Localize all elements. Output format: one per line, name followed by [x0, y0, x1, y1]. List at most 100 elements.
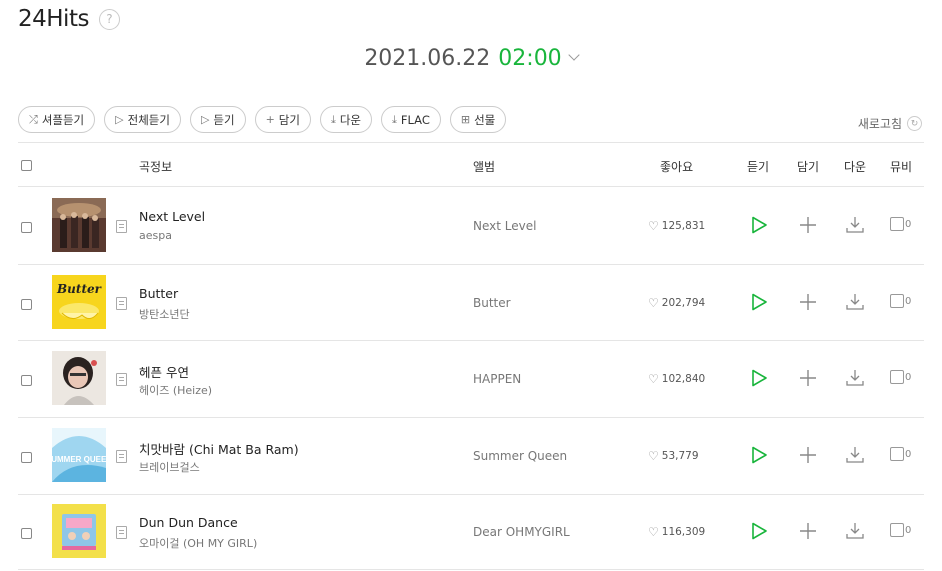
- button-label: 다운: [339, 112, 362, 127]
- gift-button[interactable]: ⊞ 선물: [449, 106, 507, 133]
- download-icon[interactable]: [845, 521, 865, 541]
- album-cover[interactable]: SUMMER QUEEN: [52, 428, 106, 482]
- page-title: 24Hits: [18, 6, 89, 32]
- download-icon[interactable]: [845, 445, 865, 465]
- album-cover[interactable]: [52, 504, 106, 558]
- refresh-icon: ↻: [907, 116, 922, 131]
- like-button[interactable]: ♡ 202,794: [648, 296, 705, 310]
- heart-icon: ♡: [648, 449, 659, 463]
- like-count: 102,840: [661, 373, 706, 385]
- chart-time[interactable]: 02:00: [498, 46, 561, 71]
- heart-icon: ♡: [648, 372, 659, 386]
- heart-icon: ♡: [648, 219, 659, 233]
- button-label: 선물: [474, 112, 496, 127]
- lyrics-icon[interactable]: [116, 373, 127, 386]
- row-checkbox[interactable]: [21, 299, 32, 310]
- play-all-button[interactable]: ▷ 전체듣기: [104, 106, 181, 133]
- like-button[interactable]: ♡ 116,309: [648, 525, 705, 539]
- divider: [18, 569, 924, 570]
- help-icon[interactable]: ?: [98, 8, 120, 30]
- like-count: 125,831: [661, 220, 706, 232]
- select-all-checkbox[interactable]: [21, 160, 32, 171]
- download-icon[interactable]: [845, 368, 865, 388]
- album-name[interactable]: Dear OHMYGIRL: [473, 525, 570, 539]
- add-button[interactable]: + 담기: [254, 106, 311, 133]
- like-button[interactable]: ♡ 53,779: [648, 449, 699, 463]
- button-label: 전체듣기: [127, 112, 170, 127]
- refresh-button[interactable]: 새로고침 ↻: [858, 115, 922, 132]
- page-header: 24Hits ?: [18, 6, 120, 32]
- button-label: 셔플듣기: [41, 112, 85, 127]
- album-cover[interactable]: [52, 351, 106, 405]
- download-icon[interactable]: [845, 292, 865, 312]
- mv-icon: [890, 523, 904, 537]
- refresh-label: 새로고침: [857, 117, 902, 131]
- row-checkbox[interactable]: [21, 375, 32, 386]
- song-title[interactable]: Dun Dun Dance: [139, 515, 238, 530]
- artist-name[interactable]: 방탄소년단: [139, 306, 190, 322]
- play-button[interactable]: ▷ 듣기: [189, 106, 246, 133]
- mv-count: 0: [905, 524, 912, 536]
- plus-icon[interactable]: [799, 293, 817, 311]
- plus-icon: +: [265, 113, 275, 126]
- play-icon[interactable]: [751, 446, 768, 464]
- cover-text: SUMMER QUEEN: [52, 455, 106, 464]
- song-title[interactable]: 치맛바람 (Chi Mat Ba Ram): [139, 439, 299, 458]
- like-button[interactable]: ♡ 125,831: [648, 219, 705, 233]
- play-icon: ▷: [115, 113, 124, 126]
- table-row: Butter Butter 방탄소년단 Butter ♡ 202,794 0: [18, 264, 924, 341]
- chevron-down-icon[interactable]: [568, 49, 580, 61]
- mv-button[interactable]: 0: [890, 523, 911, 537]
- album-name[interactable]: HAPPEN: [473, 372, 521, 386]
- like-count: 53,779: [661, 450, 699, 462]
- column-album: 앨범: [473, 160, 496, 174]
- plus-icon[interactable]: [799, 216, 817, 234]
- mv-button[interactable]: 0: [890, 370, 911, 384]
- mv-button[interactable]: 0: [890, 294, 911, 308]
- artist-name[interactable]: aespa: [139, 229, 172, 242]
- lyrics-icon[interactable]: [116, 220, 127, 233]
- plus-icon[interactable]: [799, 446, 817, 464]
- album-cover[interactable]: Butter: [52, 275, 106, 329]
- album-name[interactable]: Summer Queen: [473, 449, 567, 463]
- mv-count: 0: [905, 371, 912, 383]
- play-icon[interactable]: [751, 293, 768, 311]
- album-name[interactable]: Butter: [473, 296, 511, 310]
- song-title[interactable]: Butter: [139, 286, 178, 301]
- plus-icon[interactable]: [799, 522, 817, 540]
- play-icon[interactable]: [751, 522, 768, 540]
- row-checkbox[interactable]: [21, 222, 32, 233]
- album-name[interactable]: Next Level: [473, 219, 536, 233]
- song-title[interactable]: Next Level: [139, 209, 205, 224]
- like-button[interactable]: ♡ 102,840: [648, 372, 705, 386]
- play-icon[interactable]: [751, 216, 768, 234]
- download-icon[interactable]: [845, 215, 865, 235]
- lyrics-icon[interactable]: [116, 526, 127, 539]
- mv-icon: [890, 370, 904, 384]
- button-label: 듣기: [213, 112, 235, 127]
- chart-datetime[interactable]: 2021.06.22 02:00: [0, 46, 942, 71]
- mv-button[interactable]: 0: [890, 217, 911, 231]
- lyrics-icon[interactable]: [116, 297, 127, 310]
- mv-count: 0: [905, 295, 912, 307]
- table-row: SUMMER QUEEN 치맛바람 (Chi Mat Ba Ram) 브레이브걸…: [18, 417, 924, 494]
- shuffle-play-button[interactable]: ⤮ 셔플듣기: [18, 106, 96, 133]
- row-checkbox[interactable]: [21, 452, 32, 463]
- mv-button[interactable]: 0: [890, 447, 911, 461]
- album-cover[interactable]: [52, 198, 106, 252]
- play-icon[interactable]: [751, 369, 768, 387]
- column-likes: 좋아요: [660, 160, 694, 174]
- table-row: 헤픈 우연 헤이즈 (Heize) HAPPEN ♡ 102,840 0: [18, 340, 924, 417]
- download-icon: ⤓: [392, 112, 397, 126]
- download-button[interactable]: ⤓ 다운: [319, 106, 373, 133]
- plus-icon[interactable]: [799, 369, 817, 387]
- song-title[interactable]: 헤픈 우연: [139, 362, 189, 381]
- toolbar: ⤮ 셔플듣기 ▷ 전체듣기 ▷ 듣기 + 담기 ⤓ 다운 ⤓ FLAC ⊞ 선물: [18, 106, 515, 133]
- column-song-info: 곡정보: [139, 160, 173, 174]
- artist-name[interactable]: 헤이즈 (Heize): [139, 382, 212, 398]
- lyrics-icon[interactable]: [116, 450, 127, 463]
- row-checkbox[interactable]: [21, 528, 32, 539]
- flac-download-button[interactable]: ⤓ FLAC: [381, 106, 441, 133]
- artist-name[interactable]: 브레이브걸스: [139, 459, 200, 475]
- artist-name[interactable]: 오마이걸 (OH MY GIRL): [139, 535, 257, 551]
